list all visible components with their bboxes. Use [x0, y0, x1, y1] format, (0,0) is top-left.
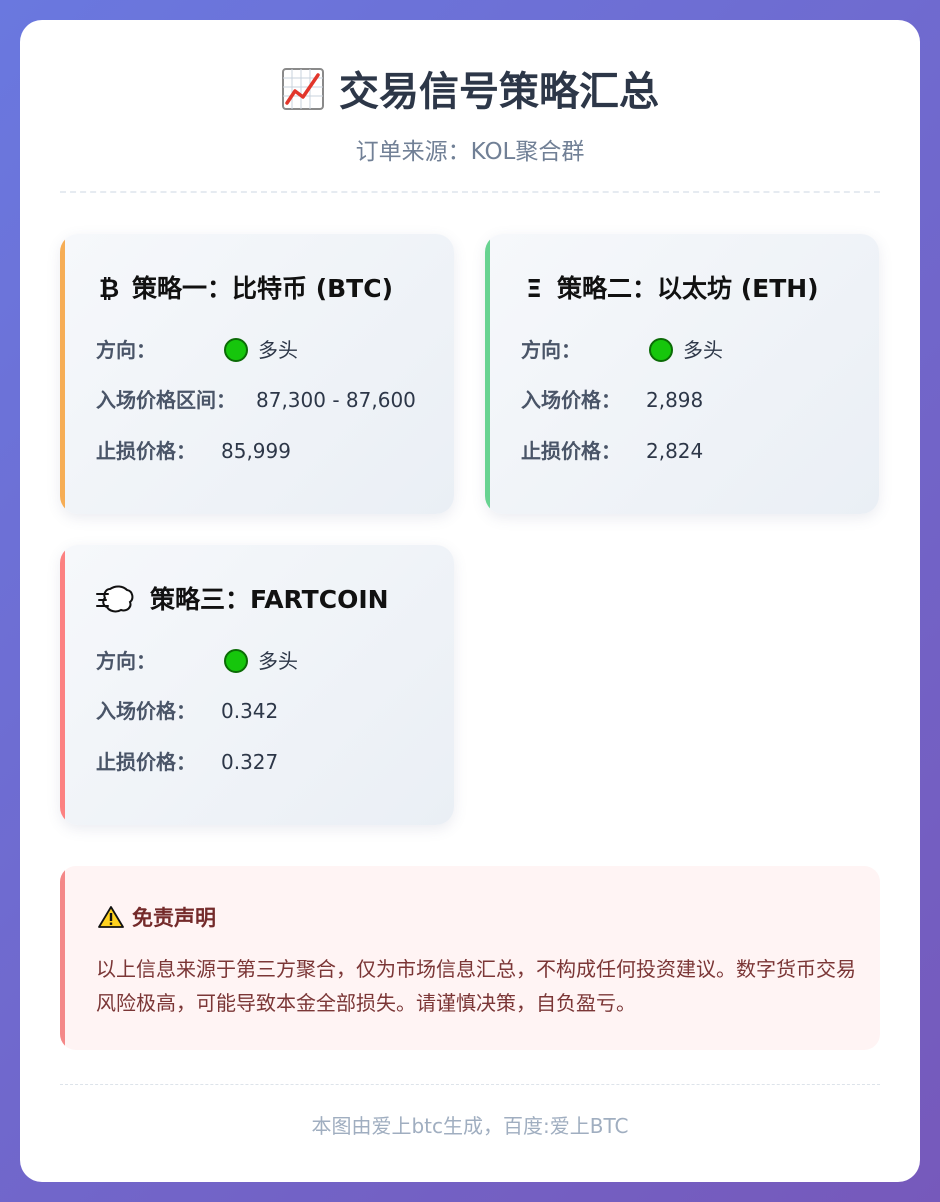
- disclaimer-box: 免责声明 以上信息来源于第三方聚合，仅为市场信息汇总，不构成任何投资建议。数字货…: [60, 866, 880, 1050]
- stop-loss-row: 止损价格： 0.327: [96, 748, 278, 776]
- strategy-title-text: 策略一：比特币 (BTC): [132, 274, 394, 303]
- stop-loss-value: 2,824: [646, 439, 704, 463]
- strategy-title: ₿ 策略一：比特币 (BTC): [96, 272, 393, 306]
- direction-label: 方向：: [96, 649, 156, 673]
- strategy-card-btc: ₿ 策略一：比特币 (BTC) 方向： 多头 入场价格区间： 87,300 - 87,…: [60, 234, 454, 514]
- chart-increasing-icon: [282, 68, 324, 110]
- entry-price-row: 入场价格： 0.342: [96, 697, 278, 725]
- direction-row: 方向： 多头: [96, 647, 298, 675]
- ethereum-icon: Ξ: [526, 274, 542, 303]
- order-source: 订单来源：KOL聚合群: [355, 139, 585, 165]
- stop-loss-row: 止损价格： 85,999: [96, 437, 291, 465]
- direction-value: 多头: [683, 338, 723, 362]
- title-text: 交易信号策略汇总: [339, 69, 659, 115]
- strategy-title-text: 策略二：以太坊 (ETH): [557, 274, 819, 303]
- footer-note: 本图由爱上btc生成，百度:爱上BTC: [311, 1114, 629, 1138]
- green-circle-icon: [224, 338, 248, 362]
- direction-label: 方向：: [96, 338, 156, 362]
- direction-value: 多头: [258, 338, 298, 362]
- stop-loss-label: 止损价格：: [96, 439, 196, 463]
- strategy-card-fartcoin: 策略三：FARTCOIN 方向： 多头 入场价格： 0.342 止损价格： 0.327: [60, 545, 454, 825]
- stop-loss-label: 止损价格：: [96, 750, 196, 774]
- stop-loss-row: 止损价格： 2,824: [521, 437, 703, 465]
- page-title: 交易信号策略汇总: [20, 66, 920, 118]
- direction-row: 方向： 多头: [521, 336, 723, 364]
- dashing-away-icon: [96, 585, 134, 613]
- direction-label: 方向：: [521, 338, 581, 362]
- bitcoin-icon: ₿: [98, 274, 120, 303]
- strategy-title: 策略三：FARTCOIN: [96, 583, 389, 617]
- stop-loss-label: 止损价格：: [521, 439, 621, 463]
- direction-value: 多头: [258, 649, 298, 673]
- stop-loss-value: 0.327: [221, 750, 279, 774]
- stop-loss-value: 85,999: [221, 439, 291, 463]
- disclaimer-title-text: 免责声明: [132, 906, 216, 930]
- strategy-title-text: 策略三：FARTCOIN: [150, 585, 389, 614]
- entry-price-row: 入场价格区间： 87,300 - 87,600: [96, 386, 416, 414]
- warning-icon: [98, 906, 124, 928]
- disclaimer-text: 以上信息来源于第三方聚合，仅为市场信息汇总，不构成任何投资建议。数字货币交易风险…: [96, 957, 856, 1015]
- disclaimer-title: 免责声明: [98, 903, 216, 933]
- summary-card: 交易信号策略汇总 订单来源：KOL聚合群 ₿ 策略一：比特币 (BTC) 方向： 多…: [20, 20, 920, 1182]
- entry-price-row: 入场价格： 2,898: [521, 386, 703, 414]
- strategy-card-eth: Ξ 策略二：以太坊 (ETH) 方向： 多头 入场价格： 2,898 止损价格： 2,8…: [485, 234, 879, 514]
- entry-price-label: 入场价格区间：: [96, 388, 236, 412]
- footer-divider: [60, 1084, 880, 1085]
- green-circle-icon: [224, 649, 248, 673]
- strategy-title: Ξ 策略二：以太坊 (ETH): [521, 272, 819, 306]
- direction-row: 方向： 多头: [96, 336, 298, 364]
- green-circle-icon: [649, 338, 673, 362]
- header-divider: [60, 191, 880, 193]
- entry-price-value: 87,300 - 87,600: [256, 388, 416, 412]
- entry-price-label: 入场价格：: [96, 699, 196, 723]
- entry-price-label: 入场价格：: [521, 388, 621, 412]
- entry-price-value: 2,898: [646, 388, 704, 412]
- entry-price-value: 0.342: [221, 699, 279, 723]
